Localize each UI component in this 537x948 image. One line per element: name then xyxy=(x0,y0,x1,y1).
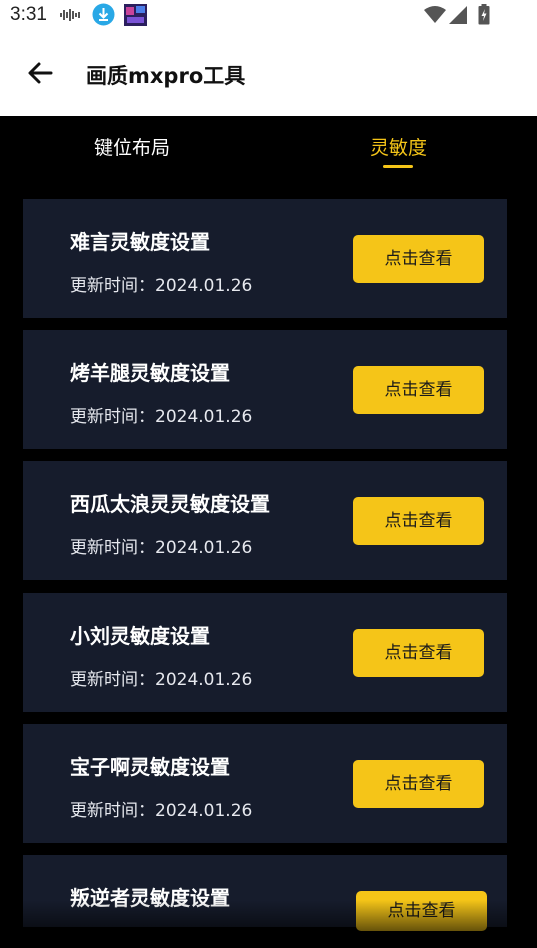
audio-wave-icon xyxy=(60,9,80,21)
card-title: 难言灵敏度设置 xyxy=(70,230,210,254)
battery-icon xyxy=(478,4,490,25)
card-title: 宝子啊灵敏度设置 xyxy=(70,755,230,779)
app-thumbnail-icon xyxy=(124,4,147,26)
view-button[interactable]: 点击查看 xyxy=(353,366,484,414)
card-update-time: 更新时间：2024.01.26 xyxy=(70,801,253,821)
list-item: 小刘灵敏度设置 更新时间：2024.01.26 点击查看 xyxy=(23,593,507,712)
card-title: 小刘灵敏度设置 xyxy=(70,624,210,648)
status-bar: 3:31 xyxy=(0,0,537,30)
wifi-icon xyxy=(424,6,446,23)
card-title: 西瓜太浪灵灵敏度设置 xyxy=(70,492,270,516)
view-button[interactable]: 点击查看 xyxy=(353,235,484,283)
card-update-time: 更新时间：2024.01.26 xyxy=(70,670,253,690)
status-time: 3:31 xyxy=(10,4,47,25)
download-icon xyxy=(92,3,115,26)
signal-icon xyxy=(449,6,467,24)
card-title: 烤羊腿灵敏度设置 xyxy=(70,361,230,385)
view-button[interactable]: 点击查看 xyxy=(353,497,484,545)
card-update-time: 更新时间：2024.01.26 xyxy=(70,407,253,427)
list-item: 烤羊腿灵敏度设置 更新时间：2024.01.26 点击查看 xyxy=(23,330,507,449)
list-item: 宝子啊灵敏度设置 更新时间：2024.01.26 点击查看 xyxy=(23,724,507,843)
list-item: 难言灵敏度设置 更新时间：2024.01.26 点击查看 xyxy=(23,199,507,318)
list-item: 西瓜太浪灵灵敏度设置 更新时间：2024.01.26 点击查看 xyxy=(23,461,507,580)
view-button[interactable]: 点击查看 xyxy=(353,760,484,808)
arrow-left-icon[interactable] xyxy=(24,57,56,89)
tab-key-layout[interactable]: 键位布局 xyxy=(94,133,170,160)
page-title: 画质mxpro工具 xyxy=(86,64,246,88)
app-bar: 画质mxpro工具 xyxy=(0,30,537,116)
card-update-time: 更新时间：2024.01.26 xyxy=(70,276,253,296)
tab-sensitivity[interactable]: 灵敏度 xyxy=(370,133,427,160)
view-button[interactable]: 点击查看 xyxy=(353,629,484,677)
scroll-fade xyxy=(0,900,537,948)
active-tab-indicator xyxy=(383,165,413,168)
card-update-time: 更新时间：2024.01.26 xyxy=(70,538,253,558)
